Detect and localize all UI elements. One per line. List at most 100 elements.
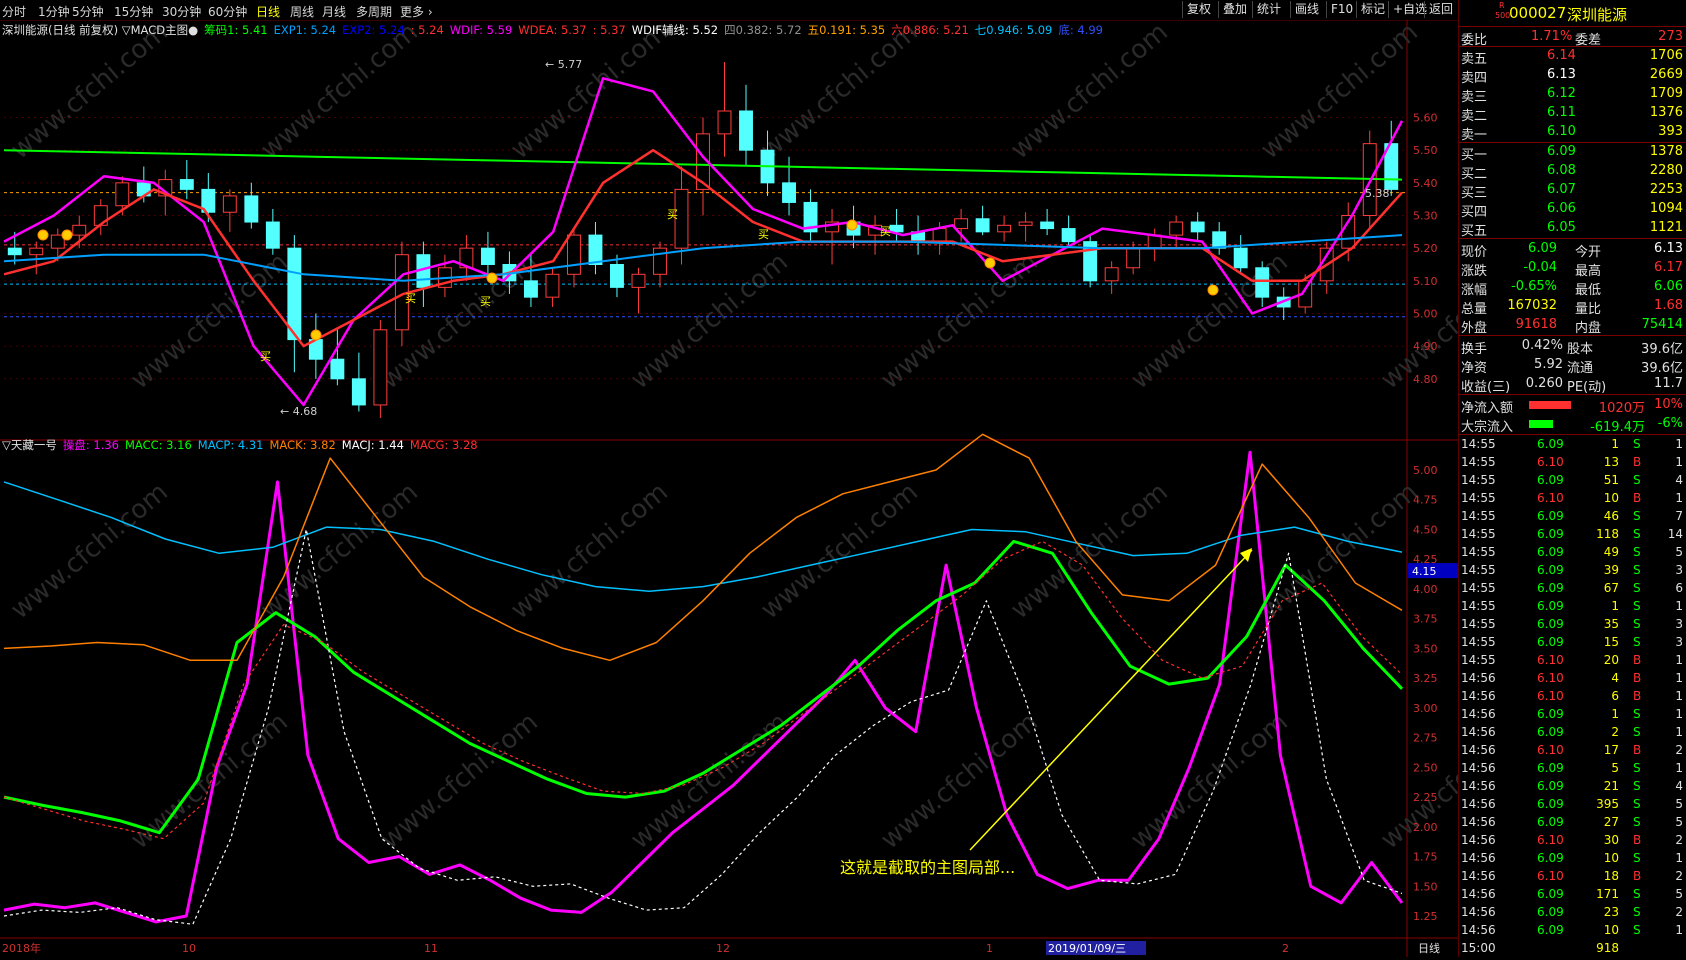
signal-dot <box>984 257 996 269</box>
candle-body <box>1061 228 1076 243</box>
tick-price: 6.10 <box>1537 653 1564 667</box>
flow-percent: -6% <box>1657 416 1683 431</box>
tick-side: S <box>1633 617 1641 631</box>
buy-signal-label: 买 <box>480 295 491 308</box>
stat-row: 现价 6.09 今开 6.13 <box>1459 240 1686 260</box>
flow-bar <box>1529 420 1553 428</box>
tick-time: 14:56 <box>1461 869 1496 883</box>
period-tab-2[interactable]: 5分钟 <box>72 3 104 20</box>
tick-price: 6.09 <box>1537 851 1564 865</box>
bid-row[interactable]: 买三 6.07 2253 <box>1459 181 1686 201</box>
tick-count: 5 <box>1675 887 1683 901</box>
x-axis-label: 1 <box>986 942 993 955</box>
x-axis-label: 2 <box>1282 942 1289 955</box>
tick-price: 6.09 <box>1537 923 1564 937</box>
toolbar-button-3[interactable]: 画线 <box>1290 1 1323 18</box>
main-legend-item: EXP2: 5.24 <box>342 23 405 37</box>
toolbar-button-0[interactable]: 复权 <box>1182 1 1215 18</box>
bid-row[interactable]: 买四 6.06 1094 <box>1459 200 1686 220</box>
period-tab-5[interactable]: 60分钟 <box>208 3 247 20</box>
stat-label: 最低 <box>1575 283 1602 298</box>
period-tab-8[interactable]: 月线 <box>322 3 346 20</box>
main-legend-item: 六0.886: 5.21 <box>891 23 969 37</box>
tick-side: S <box>1633 905 1641 919</box>
tick-volume: 67 <box>1603 581 1619 595</box>
period-tab-4[interactable]: 30分钟 <box>162 3 201 20</box>
candle-body <box>29 247 44 256</box>
period-tab-7[interactable]: 周线 <box>290 3 314 20</box>
toolbar-button-4[interactable]: F10 <box>1326 1 1357 18</box>
quote-header: R 500 000027 深圳能源 <box>1459 1 1686 25</box>
main-legend-item: 四0.382: 5.72 <box>724 23 802 37</box>
tick-row: 14:55 6.09 49 S 5 <box>1459 544 1686 562</box>
toolbar-button-5[interactable]: 标记 <box>1356 1 1389 18</box>
tick-count: 1 <box>1675 923 1683 937</box>
tick-side: S <box>1633 797 1641 811</box>
period-toolbar: 分时 1分钟 5分钟 15分钟 30分钟 60分钟 日线 周线 月线 多周期 更多 › 复权 叠加 统计画… <box>0 0 1458 21</box>
watermark-text: www.cfchi.com <box>755 477 924 625</box>
series-line-操盘 <box>3 450 1404 924</box>
separator <box>1459 394 1686 395</box>
bid-label: 买五 <box>1461 224 1488 239</box>
watermark-text: www.cfchi.com <box>375 707 544 855</box>
chart-area[interactable]: www.cfchi.com www.cfchi.com www.cfchi.com w… <box>0 17 1544 957</box>
tick-price: 6.10 <box>1537 491 1564 505</box>
candle-body <box>545 273 560 298</box>
ask-row[interactable]: 卖三 6.12 1709 <box>1459 85 1686 105</box>
tick-count: 4 <box>1675 473 1683 487</box>
tick-count: 1 <box>1675 761 1683 775</box>
tick-row: 14:56 6.09 171 S 5 <box>1459 886 1686 904</box>
candle-body <box>1233 247 1248 269</box>
period-tab-6[interactable]: 日线 <box>256 3 280 20</box>
tick-price: 6.09 <box>1537 797 1564 811</box>
toolbar-button-1[interactable]: 叠加 <box>1218 1 1251 18</box>
main-axis-label: 5.60 <box>1413 112 1438 125</box>
main-legend-title[interactable]: 深圳能源(日线 前复权) ▽MACD主图● <box>2 23 198 37</box>
separator <box>1459 238 1686 239</box>
tick-row: 14:56 6.09 2 S 1 <box>1459 724 1686 742</box>
fundamental-row: 换手 0.42% 股本 39.6亿 <box>1459 337 1686 357</box>
tick-price: 6.09 <box>1537 437 1564 451</box>
period-tab-9[interactable]: 多周期 <box>356 3 392 20</box>
ask-row[interactable]: 卖一 6.10 393 <box>1459 123 1686 143</box>
ask-row[interactable]: 卖四 6.13 2669 <box>1459 66 1686 86</box>
candle-body <box>244 195 259 223</box>
ask-label: 卖二 <box>1461 109 1488 124</box>
bid-price: 6.05 <box>1547 220 1576 235</box>
tick-side: B <box>1633 653 1642 667</box>
candle-body <box>179 179 194 190</box>
sub-axis-badge: 4.15 <box>1412 565 1437 578</box>
bid-row[interactable]: 买一 6.09 1378 <box>1459 143 1686 163</box>
tick-row: 14:56 6.09 5 S 1 <box>1459 760 1686 778</box>
stat-label: PE(动) <box>1567 380 1607 395</box>
kline-chart[interactable]: www.cfchi.com www.cfchi.com www.cfchi.com w… <box>0 17 1544 957</box>
period-tab-0[interactable]: 分时 <box>2 3 26 20</box>
tick-count: 4 <box>1675 779 1683 793</box>
annotation-text: 这就是截取的主图局部... <box>840 858 1015 877</box>
sub-legend-title[interactable]: ▽天藏一号 <box>2 438 57 452</box>
sub-axis-label: 3.75 <box>1413 613 1438 626</box>
ask-row[interactable]: 卖二 6.11 1376 <box>1459 104 1686 124</box>
tick-time: 14:55 <box>1461 491 1496 505</box>
candle-body <box>954 218 969 230</box>
bid-row[interactable]: 买二 6.08 2280 <box>1459 162 1686 182</box>
tick-side: S <box>1633 635 1641 649</box>
tick-count: 3 <box>1675 635 1683 649</box>
period-tab-1[interactable]: 1分钟 <box>38 3 70 20</box>
stock-name[interactable]: 深圳能源 <box>1567 4 1627 25</box>
stat-value: -0.65% <box>1511 279 1557 294</box>
ask-row[interactable]: 卖五 6.14 1706 <box>1459 47 1686 67</box>
candle-body <box>932 228 947 243</box>
toolbar-button-2[interactable]: 统计 <box>1252 1 1285 18</box>
period-tab-10[interactable]: 更多 › <box>400 3 433 20</box>
tick-count: 1 <box>1675 689 1683 703</box>
tick-time: 14:55 <box>1461 545 1496 559</box>
tick-volume: 23 <box>1603 905 1619 919</box>
signal-dot <box>61 229 73 241</box>
stat-value: 39.6亿 <box>1641 342 1683 357</box>
period-tab-3[interactable]: 15分钟 <box>114 3 153 20</box>
toolbar-button-7[interactable]: 返回 <box>1424 1 1457 18</box>
bid-row[interactable]: 买五 6.05 1121 <box>1459 219 1686 239</box>
watermark-text: www.cfchi.com <box>505 20 674 165</box>
sub-axis-label: 4.50 <box>1413 523 1438 536</box>
